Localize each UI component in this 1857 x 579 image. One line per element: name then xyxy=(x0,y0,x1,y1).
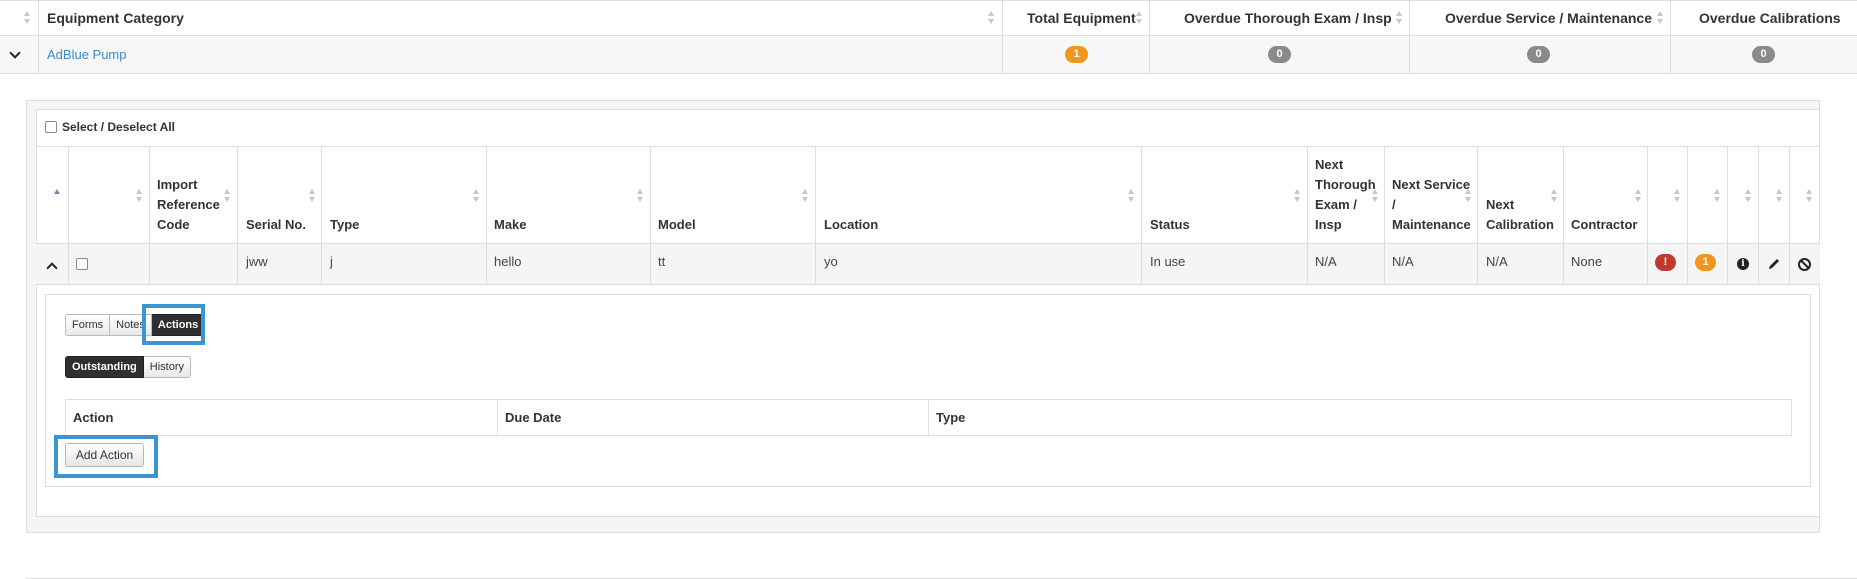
header-location[interactable]: Location xyxy=(824,215,878,235)
count-badge[interactable]: 1 xyxy=(1695,254,1716,271)
sort-icon[interactable] xyxy=(1136,11,1143,25)
equipment-row[interactable] xyxy=(36,244,1820,285)
header-action: Action xyxy=(73,410,114,425)
header-type[interactable]: Type xyxy=(330,215,359,235)
sort-icon[interactable] xyxy=(309,189,316,203)
header-contractor[interactable]: Contractor xyxy=(1571,215,1637,235)
sort-icon[interactable] xyxy=(988,11,995,25)
select-all[interactable]: Select / Deselect All xyxy=(45,120,175,134)
header-equipment-category[interactable]: Equipment Category xyxy=(47,10,184,26)
sort-icon[interactable] xyxy=(1128,189,1135,203)
sort-icon[interactable] xyxy=(1714,189,1721,203)
sort-icon[interactable] xyxy=(136,189,143,203)
cell-serial: jww xyxy=(246,254,268,269)
sort-icon[interactable] xyxy=(24,11,31,25)
pencil-icon[interactable] xyxy=(1767,257,1781,271)
cell-model: tt xyxy=(658,254,666,269)
overdue-calibrations-badge: 0 xyxy=(1752,46,1775,63)
header-make[interactable]: Make xyxy=(494,215,527,235)
cell-next-thorough: N/A xyxy=(1315,254,1337,269)
info-icon[interactable]: i xyxy=(1737,258,1749,270)
summary-header-row: Equipment Category Total Equipment Overd… xyxy=(0,0,1857,36)
header-overdue-service[interactable]: Overdue Service / Maintenance xyxy=(1445,10,1652,26)
total-equipment-badge: 1 xyxy=(1065,46,1088,63)
actions-table: Action Due Date Type xyxy=(65,399,1792,436)
sort-icon[interactable] xyxy=(224,189,231,203)
select-all-checkbox[interactable] xyxy=(45,121,57,133)
sort-icon[interactable] xyxy=(1635,189,1642,203)
overdue-service-badge: 0 xyxy=(1527,46,1550,63)
sort-icon[interactable] xyxy=(1806,189,1813,203)
highlight-actions-tab xyxy=(142,304,205,345)
header-next-service[interactable]: Next Service / Maintenance xyxy=(1392,175,1471,235)
header-type-col: Type xyxy=(936,410,966,425)
header-next-thorough[interactable]: Next Thorough Exam / Insp xyxy=(1315,155,1376,235)
cell-status: In use xyxy=(1150,254,1186,269)
sort-icon[interactable] xyxy=(1776,189,1783,203)
header-import-ref[interactable]: Import Reference Code xyxy=(157,175,220,235)
header-next-calibration[interactable]: Next Calibration xyxy=(1486,195,1554,235)
sort-icon[interactable] xyxy=(1465,189,1472,203)
row-checkbox[interactable] xyxy=(76,258,88,270)
ban-icon[interactable] xyxy=(1798,258,1811,271)
sort-icon[interactable] xyxy=(637,189,644,203)
subtab-history[interactable]: History xyxy=(143,356,192,378)
detail-panel xyxy=(45,294,1811,487)
sort-icon[interactable] xyxy=(1372,189,1379,203)
subtab-outstanding[interactable]: Outstanding xyxy=(65,356,144,378)
chevron-down-icon[interactable] xyxy=(9,47,21,59)
header-serial[interactable]: Serial No. xyxy=(246,215,306,235)
detail-subtabs: Outstanding History xyxy=(65,356,192,378)
sort-icon[interactable] xyxy=(802,189,809,203)
overdue-thorough-badge: 0 xyxy=(1268,46,1291,63)
sort-icon[interactable] xyxy=(1396,11,1403,25)
tab-forms[interactable]: Forms xyxy=(65,314,111,336)
cell-type: j xyxy=(330,254,333,269)
sort-icon[interactable] xyxy=(473,189,480,203)
highlight-add-action xyxy=(54,435,158,478)
cell-make: hello xyxy=(494,254,522,269)
sort-icon[interactable] xyxy=(1674,189,1681,203)
cell-location: yo xyxy=(824,254,838,269)
header-overdue-calibrations[interactable]: Overdue Calibrations xyxy=(1699,10,1841,26)
sort-asc-icon[interactable] xyxy=(54,189,61,203)
alert-icon[interactable]: ! xyxy=(1655,254,1676,271)
category-link[interactable]: AdBlue Pump xyxy=(47,47,127,62)
sort-icon[interactable] xyxy=(1745,189,1752,203)
sort-icon[interactable] xyxy=(1657,11,1664,25)
header-overdue-thorough[interactable]: Overdue Thorough Exam / Insp xyxy=(1184,10,1392,26)
header-status[interactable]: Status xyxy=(1150,215,1190,235)
header-model[interactable]: Model xyxy=(658,215,696,235)
cell-next-service: N/A xyxy=(1392,254,1414,269)
summary-row[interactable]: AdBlue Pump 1 0 0 0 xyxy=(0,36,1857,74)
header-due-date: Due Date xyxy=(505,410,562,425)
cell-next-calibration: N/A xyxy=(1486,254,1508,269)
sort-icon[interactable] xyxy=(1551,189,1558,203)
sort-icon[interactable] xyxy=(1294,189,1301,203)
select-all-label: Select / Deselect All xyxy=(62,120,175,134)
header-total-equipment[interactable]: Total Equipment xyxy=(1027,10,1136,26)
cell-contractor: None xyxy=(1571,254,1603,269)
